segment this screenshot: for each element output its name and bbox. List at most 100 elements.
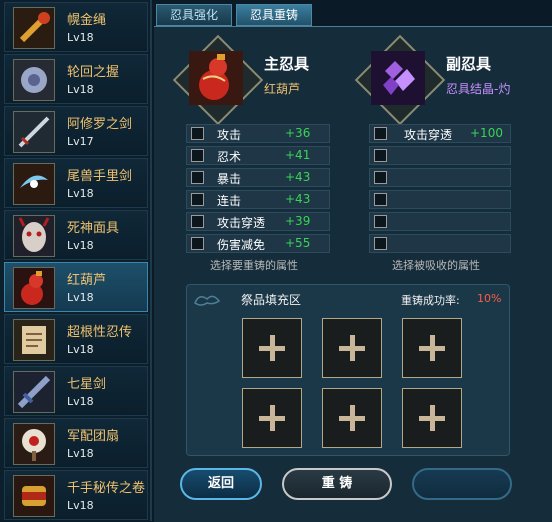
sub-attr-row[interactable] — [369, 212, 511, 231]
sword-icon — [13, 111, 55, 153]
list-item[interactable]: 死神面具 Lv18 — [4, 210, 148, 260]
main-attr-checkbox[interactable] — [191, 149, 204, 162]
list-item[interactable]: 千手秘传之卷 Lv18 — [4, 470, 148, 520]
sub-tool-title: 副忍具 — [446, 55, 492, 73]
success-rate-value: 10% — [477, 292, 502, 305]
main-attr-checkbox[interactable] — [191, 237, 204, 250]
item-name: 军配团扇 — [67, 429, 120, 444]
item-level: Lv17 — [67, 135, 94, 148]
attr-name: 攻击穿透 — [404, 128, 453, 142]
sub-attr-hint: 选择被吸收的属性 — [392, 259, 480, 272]
success-rate-label: 重铸成功率: — [401, 294, 460, 307]
main-attr-row[interactable]: 攻击 +36 — [186, 124, 330, 143]
item-level: Lv18 — [67, 447, 94, 460]
item-level: Lv18 — [67, 291, 94, 304]
attr-value: +55 — [285, 236, 311, 250]
sub-attr-row[interactable] — [369, 190, 511, 209]
sub-attr-checkbox[interactable] — [374, 193, 387, 206]
sub-attr-row[interactable] — [369, 168, 511, 187]
tab-recast[interactable]: 忍具重铸 — [236, 4, 312, 26]
offering-slot[interactable] — [322, 388, 382, 448]
offering-title: 祭品填充区 — [241, 293, 302, 307]
offering-slot[interactable] — [402, 388, 462, 448]
main-attr-row[interactable]: 伤害减免 +55 — [186, 234, 330, 253]
confirm-button[interactable] — [412, 468, 512, 500]
item-level: Lv18 — [67, 83, 94, 96]
item-name: 幌金绳 — [67, 13, 107, 28]
attr-name: 连击 — [217, 194, 242, 208]
list-item[interactable]: 轮回之握 Lv18 — [4, 54, 148, 104]
item-name: 超根性忍传 — [67, 325, 133, 340]
item-name: 千手秘传之卷 — [67, 481, 146, 496]
rope-icon — [13, 7, 55, 49]
tab-enhance[interactable]: 忍具强化 — [156, 4, 232, 26]
offering-slot[interactable] — [242, 388, 302, 448]
item-level: Lv18 — [67, 395, 94, 408]
mask-icon — [13, 215, 55, 257]
sub-attr-checkbox[interactable] — [374, 215, 387, 228]
attr-value: +36 — [285, 126, 311, 140]
sub-attr-checkbox[interactable] — [374, 149, 387, 162]
attr-name: 忍术 — [217, 150, 242, 164]
cloud-ornament-icon — [194, 295, 221, 306]
attr-name: 攻击 — [217, 128, 242, 142]
main-tool-title: 主忍具 — [264, 55, 310, 73]
item-level: Lv18 — [67, 499, 94, 512]
sub-tool-name: 忍具结晶-灼 — [446, 82, 511, 96]
orb-icon — [13, 59, 55, 101]
main-tool-name: 红葫芦 — [264, 82, 301, 96]
sub-attr-checkbox[interactable] — [374, 237, 387, 250]
list-item[interactable]: 幌金绳 Lv18 — [4, 2, 148, 52]
list-item[interactable]: 超根性忍传 Lv18 — [4, 314, 148, 364]
list-item-selected[interactable]: 红葫芦 Lv18 — [4, 262, 148, 312]
sub-attr-row[interactable] — [369, 234, 511, 253]
main-attr-row[interactable]: 攻击穿透 +39 — [186, 212, 330, 231]
item-name: 死神面具 — [67, 221, 120, 236]
shuriken-icon — [13, 163, 55, 205]
list-item[interactable]: 七星剑 Lv18 — [4, 366, 148, 416]
offering-slot[interactable] — [322, 318, 382, 378]
recast-button[interactable]: 重 铸 — [282, 468, 392, 500]
main-attr-row[interactable]: 暴击 +43 — [186, 168, 330, 187]
item-level: Lv18 — [67, 31, 94, 44]
attr-value: +43 — [285, 170, 311, 184]
sub-attr-checkbox[interactable] — [374, 171, 387, 184]
book-icon — [13, 319, 55, 361]
back-button[interactable]: 返回 — [180, 468, 262, 500]
attr-value: +43 — [285, 192, 311, 206]
offering-slot[interactable] — [402, 318, 462, 378]
list-item[interactable]: 尾兽手里剑 Lv18 — [4, 158, 148, 208]
attr-name: 攻击穿透 — [217, 216, 266, 230]
main-attr-checkbox[interactable] — [191, 171, 204, 184]
item-level: Lv18 — [67, 343, 94, 356]
gourd-icon — [13, 267, 55, 309]
red-gourd-icon[interactable] — [189, 51, 243, 105]
attr-value: +39 — [285, 214, 311, 228]
item-level: Lv18 — [67, 187, 94, 200]
scroll-icon — [13, 475, 55, 517]
main-attr-checkbox[interactable] — [191, 215, 204, 228]
sub-attr-row[interactable] — [369, 146, 511, 165]
item-name: 轮回之握 — [67, 65, 120, 80]
attr-value: +100 — [470, 126, 503, 140]
main-attr-checkbox[interactable] — [191, 193, 204, 206]
list-item[interactable]: 阿修罗之剑 Lv17 — [4, 106, 148, 156]
main-attr-checkbox[interactable] — [191, 127, 204, 140]
seven-star-sword-icon — [13, 371, 55, 413]
item-name: 尾兽手里剑 — [67, 169, 133, 184]
attr-value: +41 — [285, 148, 311, 162]
item-name: 七星剑 — [67, 377, 107, 392]
item-name: 红葫芦 — [67, 273, 107, 288]
sub-attr-checkbox[interactable] — [374, 127, 387, 140]
sub-attr-row[interactable]: 攻击穿透 +100 — [369, 124, 511, 143]
item-level: Lv18 — [67, 239, 94, 252]
main-attr-row[interactable]: 连击 +43 — [186, 190, 330, 209]
attr-name: 暴击 — [217, 172, 242, 186]
purple-crystal-icon[interactable] — [371, 51, 425, 105]
item-name: 阿修罗之剑 — [67, 117, 133, 132]
list-item[interactable]: 军配团扇 Lv18 — [4, 418, 148, 468]
main-attr-row[interactable]: 忍术 +41 — [186, 146, 330, 165]
offering-slot[interactable] — [242, 318, 302, 378]
fan-icon — [13, 423, 55, 465]
attr-name: 伤害减免 — [217, 238, 266, 252]
